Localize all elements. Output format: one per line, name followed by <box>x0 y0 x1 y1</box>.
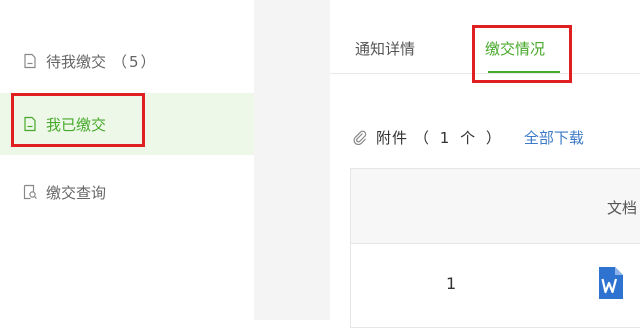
paperclip-icon <box>353 130 367 145</box>
attachments-row: 附件 （ 1 个 ） 全部下载 <box>352 126 584 148</box>
gutter <box>254 0 330 320</box>
sidebar-item-label: 待我缴交 <box>46 52 107 71</box>
word-icon[interactable] <box>597 267 623 299</box>
row-number: 1 <box>446 274 457 293</box>
tab-notice-details[interactable]: 通知详情 <box>355 38 415 59</box>
attachments-label: 附件 <box>376 128 409 147</box>
doc-column-header: 文档 <box>607 199 638 217</box>
sidebar-item-label: 缴交查询 <box>46 183 107 202</box>
pending-count: （5） <box>112 52 158 71</box>
search-document-icon <box>23 184 37 200</box>
highlight-box-submitted <box>11 93 145 147</box>
table-header: 文档 <box>351 169 640 244</box>
sidebar-item-pending[interactable]: 待我缴交 （5） <box>0 30 254 92</box>
document-icon <box>24 53 36 69</box>
attachments-table: 文档 1 <box>350 168 640 328</box>
sidebar: 待我缴交 （5） 我已缴交 缴交查询 <box>0 0 254 320</box>
download-all-link[interactable]: 全部下载 <box>524 127 584 148</box>
attachments-count: （ 1 个 ） <box>414 128 504 147</box>
highlight-box-tab <box>472 25 572 83</box>
sidebar-item-query[interactable]: 缴交查询 <box>0 161 254 223</box>
